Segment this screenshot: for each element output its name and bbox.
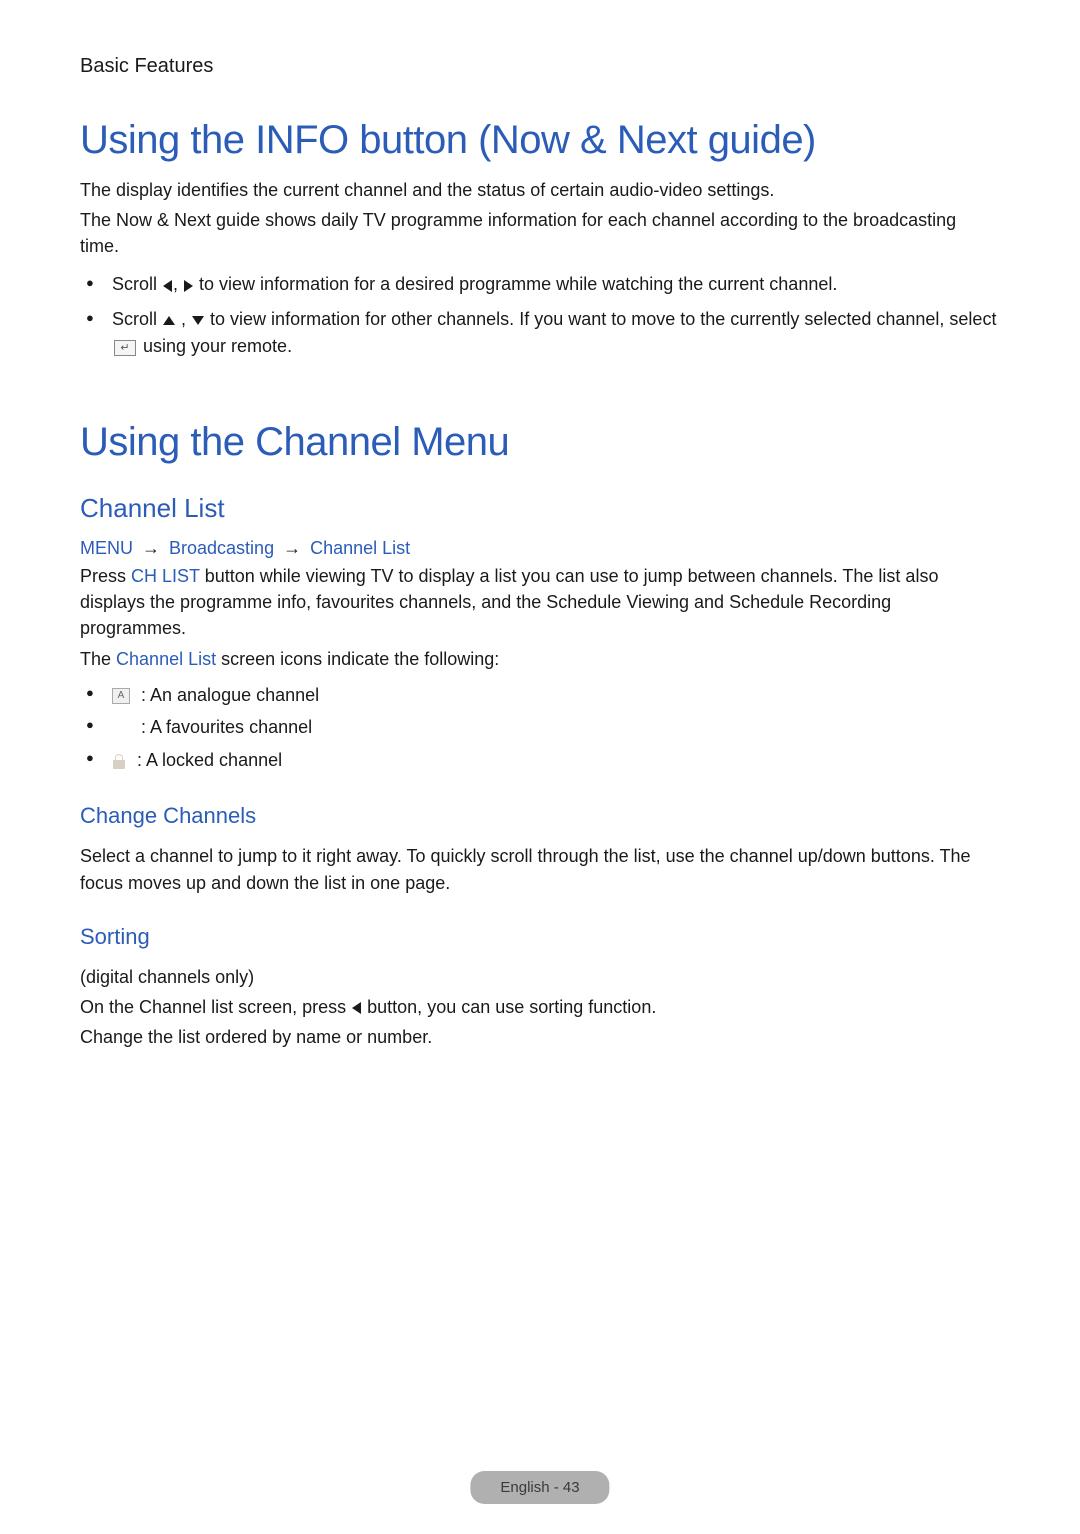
subheading-sorting: Sorting — [80, 924, 1000, 950]
scroll-item-horizontal: Scroll , to view information for a desir… — [80, 271, 1000, 298]
heading-channel-menu: Using the Channel Menu — [80, 420, 1000, 465]
channel-list-description: Press CH LIST button while viewing TV to… — [80, 563, 1000, 641]
arrow-separator: → — [278, 538, 306, 558]
nav-broadcasting: Broadcasting — [169, 538, 274, 558]
intro-line-2: The Now & Next guide shows daily TV prog… — [80, 207, 1000, 259]
legend-favourites-text: : A favourites channel — [136, 717, 312, 737]
favourite-icon — [112, 721, 130, 737]
subheading-channel-list: Channel List — [80, 493, 1000, 524]
subheading-change-channels: Change Channels — [80, 803, 1000, 829]
nav-channel-list: Channel List — [310, 538, 410, 558]
page-footer: English - 43 — [470, 1471, 609, 1504]
icon-legend-list: A : An analogue channel : A favourites c… — [80, 680, 1000, 776]
scroll-list: Scroll , to view information for a desir… — [80, 271, 1000, 360]
text-post: button while viewing TV to display a lis… — [80, 566, 938, 638]
heading-info-button: Using the INFO button (Now & Next guide) — [80, 118, 1000, 163]
sorting-line-3: Change the list ordered by name or numbe… — [80, 1024, 1000, 1050]
lock-icon — [112, 753, 126, 769]
nav-menu: MENU — [80, 538, 133, 558]
section-label: Basic Features — [80, 55, 1000, 78]
legend-analogue-text: : An analogue channel — [136, 685, 319, 705]
text-tail: using your remote. — [138, 336, 292, 356]
text-post: screen icons indicate the following: — [216, 649, 499, 669]
change-channels-body: Select a channel to jump to it right awa… — [80, 843, 1000, 895]
arrow-left-icon — [163, 280, 172, 292]
text-post: to view information for other channels. … — [205, 309, 996, 329]
sorting-line-2: On the Channel list screen, press button… — [80, 994, 1000, 1020]
legend-locked-text: : A locked channel — [132, 750, 282, 770]
channel-list-inline: Channel List — [116, 649, 216, 669]
text-mid: , — [173, 274, 183, 294]
text-mid: , — [176, 309, 191, 329]
enter-key-icon — [114, 340, 136, 356]
text-post: button, you can use sorting function. — [362, 997, 656, 1017]
text-post: to view information for a desired progra… — [194, 274, 837, 294]
legend-favourites: : A favourites channel — [80, 712, 1000, 743]
legend-analogue: A : An analogue channel — [80, 680, 1000, 711]
text-pre: Scroll — [112, 309, 162, 329]
ch-list-label: CH LIST — [131, 566, 200, 586]
arrow-up-icon — [163, 316, 175, 325]
text-pre: On the Channel list screen, press — [80, 997, 351, 1017]
arrow-left-icon — [352, 1002, 361, 1014]
scroll-item-vertical: Scroll , to view information for other c… — [80, 306, 1000, 360]
intro-line-1: The display identifies the current chann… — [80, 177, 1000, 203]
text-pre: The — [80, 649, 116, 669]
text-pre: Press — [80, 566, 131, 586]
legend-locked: : A locked channel — [80, 745, 1000, 776]
analogue-icon: A — [112, 688, 130, 704]
arrow-right-icon — [184, 280, 193, 292]
text-pre: Scroll — [112, 274, 162, 294]
icons-intro: The Channel List screen icons indicate t… — [80, 646, 1000, 672]
nav-path: MENU → Broadcasting → Channel List — [80, 538, 1000, 559]
sorting-line-1: (digital channels only) — [80, 964, 1000, 990]
arrow-separator: → — [137, 538, 165, 558]
arrow-down-icon — [192, 316, 204, 325]
